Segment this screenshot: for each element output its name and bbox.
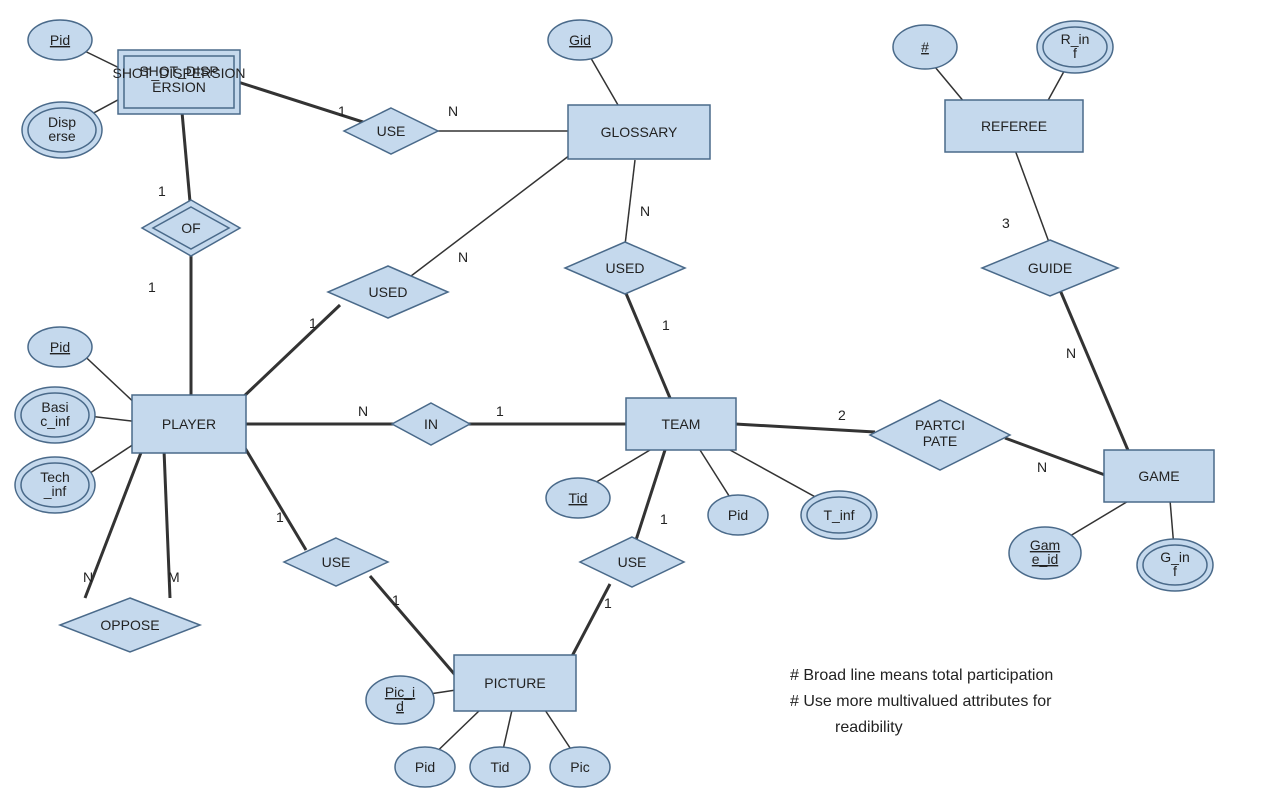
attr-label: Pid (728, 507, 748, 523)
entity-picture: PICTURE (454, 655, 576, 711)
card-ref-guide: 3 (1002, 215, 1010, 231)
rel-label: USE (322, 554, 351, 570)
rel-label: GUIDE (1028, 260, 1072, 276)
attr-label: # (921, 39, 929, 55)
attr-label: Pic (570, 759, 589, 775)
entity-label: GAME (1138, 468, 1179, 484)
attr-pid-sd: Pid (28, 20, 92, 60)
svg-text:PARTCI: PARTCI (915, 417, 965, 433)
entity-label: GLOSSARY (601, 124, 678, 140)
svg-text:f: f (1073, 45, 1077, 61)
attr-label: Gid (569, 32, 591, 48)
card-gloss-use: N (448, 103, 458, 119)
attr-label: Tid (569, 490, 588, 506)
rel-use-team-pic: USE (580, 537, 684, 587)
attr-gid: Gid (548, 20, 612, 60)
svg-text:ERSION: ERSION (152, 79, 206, 95)
attr-pid-team: Pid (708, 495, 768, 535)
card-player-of: 1 (148, 279, 156, 295)
card-player-used1: 1 (309, 315, 317, 331)
rel-guide: GUIDE (982, 240, 1118, 296)
card-player-in: N (358, 403, 368, 419)
card-team-part: 2 (838, 407, 846, 423)
card-oppose-m: M (168, 569, 180, 585)
rel-oppose: OPPOSE (60, 598, 200, 652)
svg-text:_inf: _inf (43, 483, 67, 499)
entity-player: PLAYER (132, 395, 246, 453)
rel-in: IN (392, 403, 470, 445)
note-line1: # Broad line means total participation (790, 667, 1053, 684)
card-pic-use3: 1 (604, 595, 612, 611)
rel-label: OF (181, 220, 200, 236)
rel-label: USED (369, 284, 408, 300)
rel-of: OF (142, 200, 240, 256)
rel-label: USED (606, 260, 645, 276)
entity-label: TEAM (662, 416, 701, 432)
attr-label: Pid (415, 759, 435, 775)
entity-label: PICTURE (484, 675, 545, 691)
rel-used-player: USED (328, 266, 448, 318)
entity-referee: REFEREE (945, 100, 1083, 152)
attr-tid-pic: Tid (470, 747, 530, 787)
svg-text:PATE: PATE (923, 433, 958, 449)
attr-ref-num: # (893, 25, 957, 69)
card-game-guide: N (1066, 345, 1076, 361)
rel-label: OPPOSE (100, 617, 159, 633)
entity-label: PLAYER (162, 416, 216, 432)
card-sd-use: 1 (338, 103, 346, 119)
attr-basic-inf: Basi c_inf Basic_inf (0, 0, 95, 443)
entity-game: GAME (1104, 450, 1214, 502)
svg-text:c_inf: c_inf (40, 413, 70, 429)
attr-pic: Pic (550, 747, 610, 787)
rel-used-team: USED (565, 242, 685, 294)
er-diagram: SHOT_DISPERSION SHOT_DISP ERSION GLOSSAR… (0, 0, 1268, 793)
card-team-in: 1 (496, 403, 504, 419)
svg-text:f: f (1173, 563, 1177, 579)
attr-label: Pid (50, 32, 70, 48)
card-team-used2: 1 (662, 317, 670, 333)
svg-text:SHOT_DISP: SHOT_DISP (139, 63, 218, 79)
card-pic-use2: 1 (392, 592, 400, 608)
attr-label: Tid (491, 759, 510, 775)
note-line2: # Use more multivalued attributes for (790, 693, 1052, 710)
attr-label: Pid (50, 339, 70, 355)
card-team-use3: 1 (660, 511, 668, 527)
card-gloss-used1: N (458, 249, 468, 265)
svg-text:d: d (396, 698, 404, 714)
entity-team: TEAM (626, 398, 736, 450)
entity-glossary: GLOSSARY (568, 105, 710, 159)
rel-label: IN (424, 416, 438, 432)
rel-label: USE (618, 554, 647, 570)
card-gloss-used2: N (640, 203, 650, 219)
note-line3: readibility (835, 719, 903, 736)
attr-pid-player: Pid (28, 327, 92, 367)
card-game-part: N (1037, 459, 1047, 475)
rel-label: USE (377, 123, 406, 139)
card-sd-of: 1 (158, 183, 166, 199)
attr-tid: Tid (546, 478, 610, 518)
entity-label: REFEREE (981, 118, 1047, 134)
card-oppose-n: N (83, 569, 93, 585)
card-player-use2: 1 (276, 509, 284, 525)
svg-text:e_id: e_id (1032, 551, 1058, 567)
attr-pid-pic: Pid (395, 747, 455, 787)
rel-use-sd-glossary: USE (344, 108, 438, 154)
entity-shot-dispersion: SHOT_DISPERSION SHOT_DISP ERSION (112, 50, 245, 114)
attr-t-inf: T_inf (801, 491, 877, 539)
attr-label: T_inf (823, 507, 854, 523)
svg-text:erse: erse (48, 128, 75, 144)
